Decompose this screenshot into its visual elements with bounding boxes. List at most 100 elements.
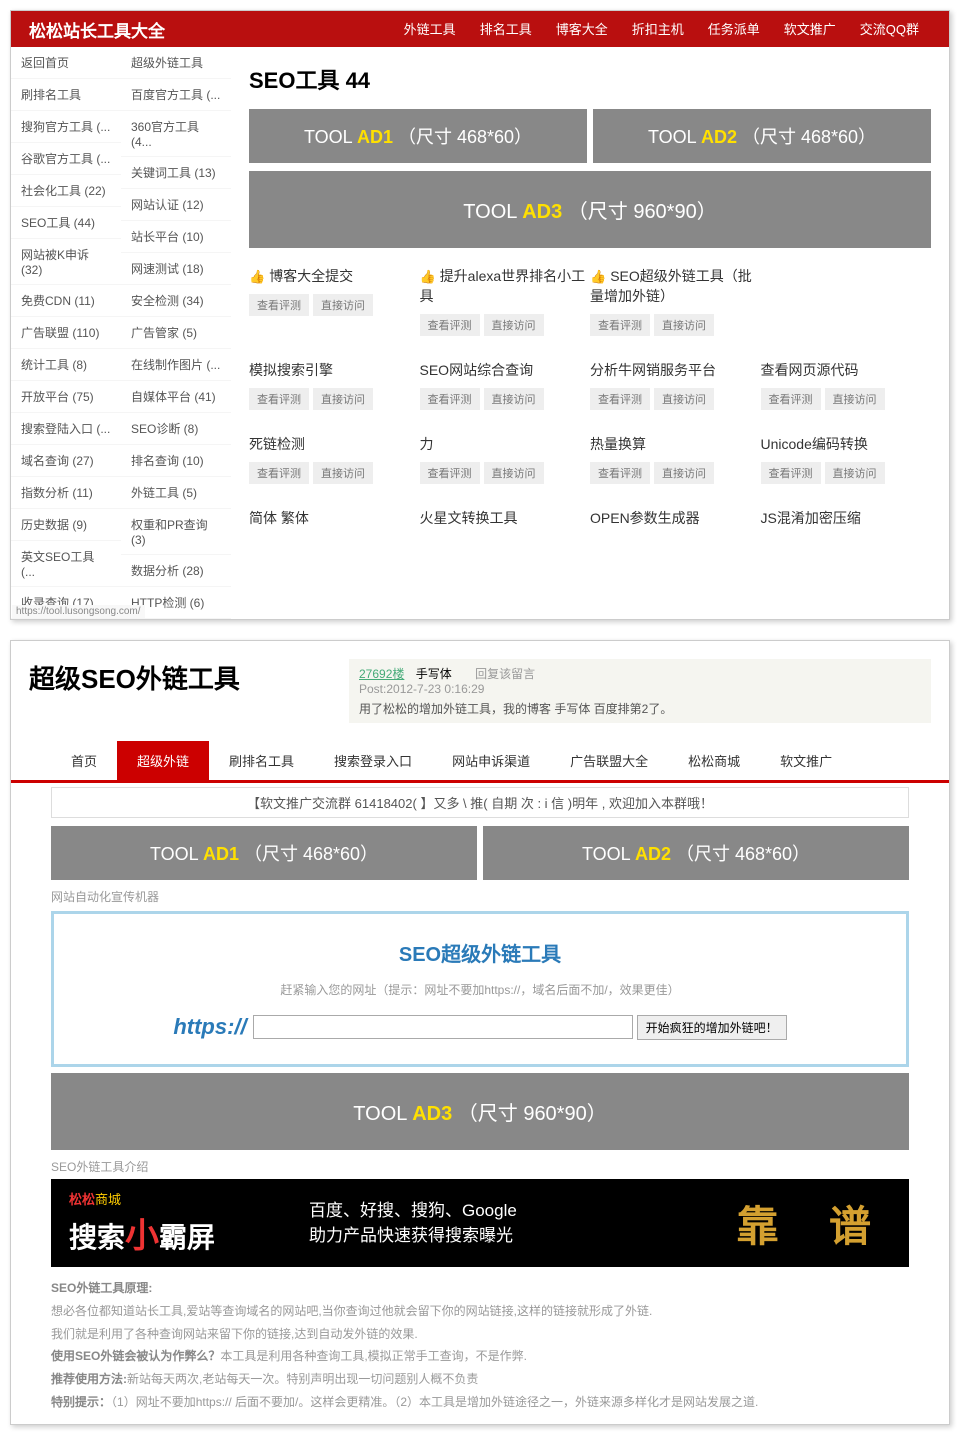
nav2-link[interactable]: 网站申诉渠道 [432,741,550,780]
sidebar-link[interactable]: 超级外链工具 [121,47,231,79]
sidebar-link[interactable]: 自媒体平台 (41) [121,381,231,413]
tool-action-button[interactable]: 查看评测 [249,388,309,410]
sidebar-link[interactable]: 历史数据 (9) [11,509,121,541]
sidebar-link[interactable]: 排名查询 (10) [121,445,231,477]
tool-name[interactable]: OPEN参数生成器 [590,508,761,528]
reply-link[interactable]: 回复该留言 [475,667,535,681]
nav-link[interactable]: 外链工具 [404,22,456,37]
sidebar-link[interactable]: SEO诊断 (8) [121,413,231,445]
sidebar-link[interactable]: 360官方工具 (4... [121,111,231,157]
notice-bar: 【软文推广交流群 61418402( 】又多 \ 推( 自期 次 : i 信 )… [51,787,909,818]
tool-action-button[interactable]: 直接访问 [313,462,373,484]
ad-slot-2b[interactable]: TOOL AD2 （尺寸 468*60） [483,826,909,880]
tool-action-button[interactable]: 查看评测 [249,294,309,316]
tool-action-button[interactable]: 查看评测 [761,462,821,484]
tool-action-button[interactable]: 查看评测 [590,388,650,410]
section-label-2: SEO外链工具介绍 [51,1158,909,1175]
tool-name[interactable]: 简体 繁体 [249,508,420,528]
sidebar-link[interactable]: 数据分析 (28) [121,555,231,587]
ad-slot-3[interactable]: TOOL AD3 （尺寸 960*90） [249,171,931,248]
tool-action-button[interactable]: 直接访问 [654,388,714,410]
tool-name[interactable]: 火星文转换工具 [420,508,591,528]
section-label-1: 网站自动化宣传机器 [51,888,909,905]
tool-action-button[interactable]: 查看评测 [420,462,480,484]
tool-action-button[interactable]: 查看评测 [590,314,650,336]
sidebar-link[interactable]: 刷排名工具 [11,79,121,111]
submit-button[interactable]: 开始疯狂的增加外链吧！ [637,1015,787,1040]
nav2-link[interactable]: 搜索登录入口 [314,741,432,780]
tool-action-button[interactable]: 直接访问 [825,462,885,484]
tool-action-button[interactable]: 查看评测 [420,388,480,410]
tool-name[interactable]: 模拟搜索引擎 [249,360,420,380]
tool-action-button[interactable]: 直接访问 [484,388,544,410]
ad-slot-1b[interactable]: TOOL AD1 （尺寸 468*60） [51,826,477,880]
sidebar-link[interactable]: 网速测试 (18) [121,253,231,285]
sidebar-link[interactable]: 返回首页 [11,47,121,79]
nav-link[interactable]: 排名工具 [480,22,532,37]
sidebar-link[interactable]: SEO工具 (44) [11,207,121,239]
sidebar-link[interactable]: 社会化工具 (22) [11,175,121,207]
sidebar-link[interactable]: 关键词工具 (13) [121,157,231,189]
tool-action-button[interactable]: 直接访问 [313,388,373,410]
tool-action-button[interactable]: 直接访问 [484,314,544,336]
tool-action-button[interactable]: 直接访问 [825,388,885,410]
nav-link[interactable]: 折扣主机 [632,22,684,37]
sidebar-link[interactable]: 外链工具 (5) [121,477,231,509]
tool-action-button[interactable]: 查看评测 [420,314,480,336]
banner-right: 靠 谱 [736,1193,891,1254]
nav-link[interactable]: 任务派单 [708,22,760,37]
tool-action-button[interactable]: 直接访问 [654,314,714,336]
promo-banner[interactable]: 松松商城 搜索小霸屏 百度、好搜、搜狗、Google助力产品快速获得搜索曝光 靠… [51,1179,909,1267]
tool-name[interactable]: Unicode编码转换 [761,434,932,454]
tool-action-button[interactable]: 查看评测 [249,462,309,484]
sidebar-link[interactable]: 指数分析 (11) [11,477,121,509]
tool-name[interactable]: 死链检测 [249,434,420,454]
sidebar-link[interactable]: 统计工具 (8) [11,349,121,381]
nav2-link[interactable]: 软文推广 [760,741,852,780]
sidebar-link[interactable]: 网站认证 (12) [121,189,231,221]
tool-name[interactable]: 查看网页源代码 [761,360,932,380]
sidebar-link[interactable]: 搜狗官方工具 (... [11,111,121,143]
sidebar-link[interactable]: 权重和PR查询 (3) [121,509,231,555]
sidebar-link[interactable]: 在线制作图片 (... [121,349,231,381]
sidebar-link[interactable]: 网站被K申诉 (32) [11,239,121,285]
sidebar-link[interactable]: 广告联盟 (110) [11,317,121,349]
sidebar-link[interactable]: 搜索登陆入口 (... [11,413,121,445]
ad-slot-3b[interactable]: TOOL AD3 （尺寸 960*90） [51,1073,909,1150]
sidebar-link[interactable]: 站长平台 (10) [121,221,231,253]
tool-action-button[interactable]: 直接访问 [484,462,544,484]
nav-link[interactable]: 软文推广 [784,22,836,37]
url-input[interactable] [253,1015,633,1039]
tool-name[interactable]: 👍博客大全提交 [249,266,420,286]
tool-action-button[interactable]: 直接访问 [313,294,373,316]
nav2-link[interactable]: 广告联盟大全 [550,741,668,780]
sidebar-link[interactable]: 域名查询 (27) [11,445,121,477]
tool-name[interactable]: JS混淆加密压缩 [761,508,932,528]
ad-slot-2[interactable]: TOOL AD2 （尺寸 468*60） [593,109,931,163]
comment-floor-link[interactable]: 27692楼 [359,667,404,681]
nav2-link[interactable]: 刷排名工具 [209,741,314,780]
sidebar-link[interactable]: 英文SEO工具 (... [11,541,121,587]
sidebar-link[interactable]: 开放平台 (75) [11,381,121,413]
sidebar-link[interactable]: 广告管家 (5) [121,317,231,349]
tool-name[interactable]: 👍提升alexa世界排名小工具 [420,266,591,306]
tool-name[interactable]: 热量换算 [590,434,761,454]
sidebar-link[interactable]: 百度官方工具 (... [121,79,231,111]
nav2-link[interactable]: 松松商城 [668,741,760,780]
tool-name[interactable]: 力 [420,434,591,454]
ad-slot-1[interactable]: TOOL AD1 （尺寸 468*60） [249,109,587,163]
tool-action-button[interactable]: 查看评测 [590,462,650,484]
tool-action-button[interactable]: 直接访问 [654,462,714,484]
nav2-link[interactable]: 首页 [51,741,117,780]
screenshot-1: 松松站长工具大全 外链工具排名工具博客大全折扣主机任务派单软文推广交流QQ群 返… [10,10,950,620]
nav-link[interactable]: 博客大全 [556,22,608,37]
tool-name[interactable]: 分析牛网销服务平台 [590,360,761,380]
sidebar-link[interactable]: 安全检测 (34) [121,285,231,317]
nav2-link[interactable]: 超级外链 [117,741,209,780]
tool-name[interactable]: 👍SEO超级外链工具（批量增加外链） [590,266,761,306]
nav-link[interactable]: 交流QQ群 [860,22,919,37]
sidebar-link[interactable]: 谷歌官方工具 (... [11,143,121,175]
tool-action-button[interactable]: 查看评测 [761,388,821,410]
tool-name[interactable]: SEO网站综合查询 [420,360,591,380]
sidebar-link[interactable]: 免费CDN (11) [11,285,121,317]
